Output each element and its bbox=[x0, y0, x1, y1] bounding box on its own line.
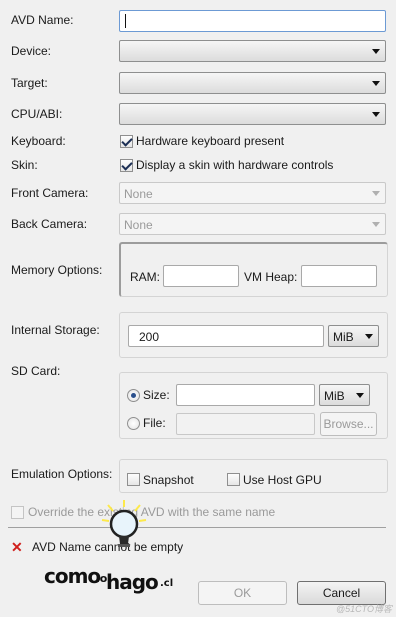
sd-size-input[interactable] bbox=[176, 384, 315, 406]
hardware-keyboard-checkbox[interactable] bbox=[120, 135, 133, 148]
sd-file-input[interactable] bbox=[176, 413, 315, 435]
internal-storage-value: 200 bbox=[139, 330, 160, 344]
ram-input[interactable] bbox=[163, 265, 239, 287]
chevron-down-icon bbox=[356, 393, 364, 398]
device-select[interactable] bbox=[119, 40, 386, 62]
chevron-down-icon bbox=[372, 49, 380, 54]
internal-storage-unit-select[interactable]: MiB bbox=[328, 325, 379, 347]
internal-storage-label: Internal Storage: bbox=[11, 323, 100, 337]
chevron-down-icon bbox=[365, 334, 373, 339]
override-checkbox[interactable] bbox=[11, 506, 24, 519]
use-host-gpu-checkbox[interactable] bbox=[227, 473, 240, 486]
front-camera-value: None bbox=[124, 187, 153, 201]
front-camera-select[interactable]: None bbox=[119, 182, 386, 204]
snapshot-label: Snapshot bbox=[143, 473, 194, 487]
display-skin-checkbox[interactable] bbox=[120, 159, 133, 172]
back-camera-select[interactable]: None bbox=[119, 213, 386, 235]
back-camera-value: None bbox=[124, 218, 153, 232]
ram-label: RAM: bbox=[130, 270, 160, 284]
text-caret bbox=[125, 14, 126, 28]
cpu-abi-label: CPU/ABI: bbox=[11, 107, 63, 121]
keyboard-label: Keyboard: bbox=[11, 134, 66, 148]
vm-heap-label: VM Heap: bbox=[244, 270, 298, 284]
logo-hago: hago bbox=[106, 570, 159, 594]
avd-name-input[interactable] bbox=[119, 10, 386, 32]
chevron-down-icon bbox=[372, 112, 380, 117]
internal-storage-unit: MiB bbox=[333, 330, 354, 344]
emulation-options-label: Emulation Options: bbox=[11, 467, 113, 481]
memory-options-group: RAM: VM Heap: bbox=[119, 242, 388, 297]
chevron-down-icon bbox=[372, 81, 380, 86]
use-host-gpu-label: Use Host GPU bbox=[243, 473, 322, 487]
memory-options-label: Memory Options: bbox=[11, 263, 103, 277]
internal-storage-group: 200 MiB bbox=[119, 312, 388, 358]
error-x-icon: ✕ bbox=[11, 539, 23, 555]
display-skin-label: Display a skin with hardware controls bbox=[136, 158, 334, 172]
sd-card-group: Size: MiB File: Browse... bbox=[119, 372, 388, 439]
sd-size-unit: MiB bbox=[324, 389, 345, 403]
target-select[interactable] bbox=[119, 72, 386, 94]
chevron-down-icon bbox=[372, 191, 380, 196]
device-label: Device: bbox=[11, 44, 52, 58]
back-camera-label: Back Camera: bbox=[11, 217, 88, 231]
internal-storage-input[interactable]: 200 bbox=[128, 325, 324, 347]
comolohago-logo: como lo hago .cl bbox=[42, 498, 182, 598]
logo-suffix: .cl bbox=[160, 578, 174, 589]
browse-button[interactable]: Browse... bbox=[320, 412, 377, 436]
sd-file-label: File: bbox=[143, 416, 166, 430]
vm-heap-input[interactable] bbox=[301, 265, 377, 287]
sd-size-label: Size: bbox=[143, 388, 170, 402]
watermark: @51CTO博客 bbox=[336, 604, 392, 614]
avd-name-label: AVD Name: bbox=[11, 13, 74, 27]
snapshot-checkbox[interactable] bbox=[127, 473, 140, 486]
target-label: Target: bbox=[11, 76, 48, 90]
cpu-abi-select[interactable] bbox=[119, 103, 386, 125]
sd-file-radio[interactable] bbox=[127, 417, 140, 430]
front-camera-label: Front Camera: bbox=[11, 186, 89, 200]
sd-size-radio[interactable] bbox=[127, 389, 140, 402]
hardware-keyboard-label: Hardware keyboard present bbox=[136, 134, 285, 148]
skin-label: Skin: bbox=[11, 158, 38, 172]
ok-button[interactable]: OK bbox=[198, 581, 287, 605]
emulation-options-group: Snapshot Use Host GPU bbox=[119, 459, 388, 493]
sd-size-unit-select[interactable]: MiB bbox=[319, 384, 370, 406]
sd-card-label: SD Card: bbox=[11, 364, 61, 378]
logo-como: como bbox=[44, 564, 101, 588]
chevron-down-icon bbox=[372, 222, 380, 227]
